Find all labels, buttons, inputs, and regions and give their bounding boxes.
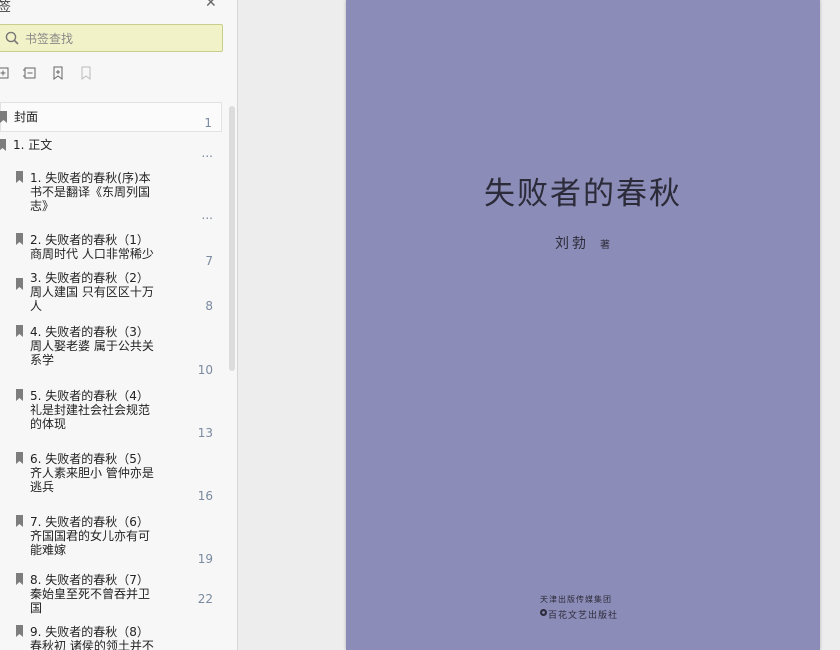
bookmark-label: 1. 正文 (13, 138, 53, 152)
bookmark-item[interactable]: 7. 失败者的春秋（6） 齐国国君的女儿亦有可 能难嫁 19 (0, 512, 222, 568)
document-page: 失败者的春秋 刘勃 著 天津出版传媒集团 百花文艺出版社 (346, 0, 820, 650)
bookmark-item[interactable]: 6. 失败者的春秋（5） 齐人素来胆小 管仲亦是 逃兵 16 (0, 449, 222, 505)
bookmark-item[interactable]: 3. 失败者的春秋（2） 周人建国 只有区区十万 人 8 (0, 268, 222, 318)
bookmark-page: ... (201, 146, 213, 160)
bookmark-icon (16, 171, 23, 183)
bookmark-label: 4. 失败者的春秋（3） 周人娶老婆 属于公共关 系学 (30, 325, 154, 367)
bookmark-page: 22 (197, 592, 213, 606)
publisher-logo-icon (540, 609, 547, 616)
bookmark-icon (16, 452, 23, 464)
bookmark-item-cover[interactable]: 封面 1 (0, 102, 222, 132)
bookmark-panel-title: 签 (0, 0, 11, 15)
bookmark-icon (16, 515, 23, 527)
bookmark-label: 2. 失败者的春秋（1） 商周时代 人口非常稀少 (30, 233, 154, 261)
bookmark-icon (16, 389, 23, 401)
bookmark-label: 8. 失败者的春秋（7） 秦始皇至死不曾吞并卫 国 (30, 573, 151, 615)
bookmark-icon (0, 139, 6, 151)
author-suffix: 著 (600, 240, 610, 251)
bookmark-item[interactable]: 8. 失败者的春秋（7） 秦始皇至死不曾吞并卫 国 22 (0, 570, 222, 620)
bookmark-search-input[interactable] (23, 28, 217, 50)
bookmark-item[interactable]: 1. 失败者的春秋(序)本 书不是翻译《东周列国 志》 ... (0, 168, 222, 224)
bookmark-label: 9. 失败者的春秋（8） 春秋初 诸侯的领土并不 (30, 625, 154, 650)
bookmark-page: 19 (197, 552, 213, 566)
add-bookmark-icon[interactable] (51, 66, 69, 84)
bookmark-panel-header: 签 ✕ (0, 0, 237, 16)
close-icon[interactable]: ✕ (205, 0, 217, 11)
bookmark-toolbar (0, 66, 237, 86)
bookmark-page: ... (201, 208, 213, 222)
bookmark-label: 6. 失败者的春秋（5） 齐人素来胆小 管仲亦是 逃兵 (30, 452, 154, 494)
bookmark-icon (0, 111, 7, 123)
bookmark-page: 1 (204, 116, 212, 130)
expand-all-icon[interactable] (0, 66, 14, 84)
collapse-all-icon[interactable] (22, 66, 40, 84)
bookmark-icon (16, 278, 23, 290)
bookmark-icon (16, 233, 23, 245)
bookmark-label: 5. 失败者的春秋（4） 礼是封建社会社会规范 的体现 (30, 389, 151, 431)
bookmark-page: 8 (205, 299, 213, 313)
bookmark-item[interactable]: 2. 失败者的春秋（1） 商周时代 人口非常稀少 7 (0, 230, 222, 268)
bookmark-page: 13 (197, 426, 213, 440)
bookmark-label: 封面 (14, 110, 39, 124)
bookmark-page: 7 (205, 254, 213, 268)
bookmark-icon (16, 325, 23, 337)
bookmark-page: 16 (197, 489, 213, 503)
publisher: 百花文艺出版社 (548, 611, 619, 621)
bookmark-item[interactable]: 9. 失败者的春秋（8） 春秋初 诸侯的领土并不 (0, 622, 222, 650)
bookmark-page: 10 (197, 363, 213, 377)
bookmark-label: 7. 失败者的春秋（6） 齐国国君的女儿亦有可 能难嫁 (30, 515, 151, 557)
search-icon (5, 31, 19, 45)
bookmark-label: 1. 失败者的春秋(序)本 书不是翻译《东周列国 志》 (30, 171, 151, 213)
scrollbar-thumb[interactable] (229, 106, 235, 371)
book-title: 失败者的春秋 (484, 176, 682, 212)
bookmark-list: 封面 1 1. 正文 ... 1. 失败者的春秋(序)本 书不是翻译《东周列国 … (0, 100, 226, 650)
bookmark-scrollbar[interactable] (228, 100, 236, 650)
bookmark-panel: 签 ✕ 封面 1 1. 正文 ... (0, 0, 238, 650)
bookmark-item[interactable]: 5. 失败者的春秋（4） 礼是封建社会社会规范 的体现 13 (0, 386, 222, 442)
bookmark-icon[interactable] (79, 66, 97, 84)
bookmark-item[interactable]: 4. 失败者的春秋（3） 周人娶老婆 属于公共关 系学 10 (0, 322, 222, 378)
bookmark-icon (16, 573, 23, 585)
bookmark-item[interactable]: 1. 正文 ... (0, 136, 222, 162)
bookmark-label: 3. 失败者的春秋（2） 周人建国 只有区区十万 人 (30, 271, 154, 313)
book-author: 刘勃 (555, 236, 589, 252)
bookmark-search[interactable] (0, 24, 223, 52)
bookmark-icon (16, 625, 23, 637)
publisher-group: 天津出版传媒集团 (540, 595, 612, 604)
